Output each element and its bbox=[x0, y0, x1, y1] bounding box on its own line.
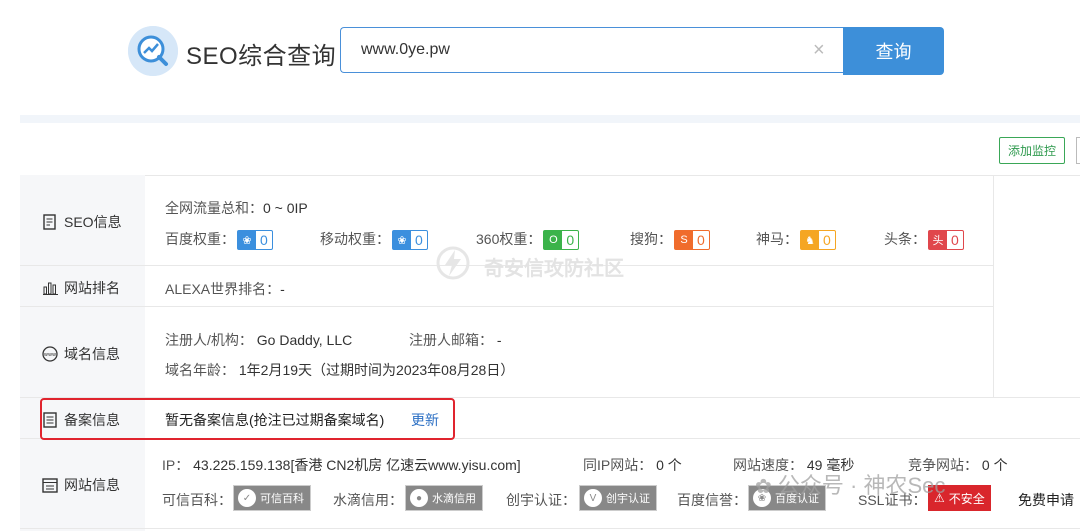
weight-badge[interactable]: O0 bbox=[543, 230, 580, 251]
highlight-box bbox=[40, 398, 455, 440]
water-badge[interactable]: ● 水滴信用 bbox=[405, 485, 483, 511]
weight-label: 搜狗： bbox=[630, 231, 672, 247]
seo-chart-icon bbox=[128, 26, 178, 76]
watermark-text: 奇安信攻防社区 bbox=[484, 258, 624, 280]
shield-icon: V bbox=[584, 489, 602, 507]
row-label-rank: 网站排名 bbox=[42, 278, 120, 298]
water-drop-icon: ● bbox=[410, 489, 428, 507]
shenma-icon: ♞ bbox=[801, 231, 819, 250]
search-box[interactable] bbox=[340, 27, 844, 73]
age-value: 1年2月19天（过期时间为2023年08月28日） bbox=[238, 362, 515, 378]
email-line: 注册人邮箱： - bbox=[409, 330, 502, 350]
registrant-value: Go Daddy, LLC bbox=[256, 332, 353, 348]
weight-item: 神马： ♞ 0 bbox=[756, 229, 836, 251]
weight-value: 0 bbox=[260, 232, 268, 249]
same-ip-value: 0 个 bbox=[656, 457, 682, 473]
toutiao-icon: 头 bbox=[929, 231, 947, 250]
weight-value: 0 bbox=[566, 232, 575, 249]
watermark-logo-icon bbox=[436, 246, 470, 285]
traffic-line: 全网流量总和：0 ~ 0IP bbox=[165, 198, 308, 218]
credit-badge[interactable]: ✓ 可信百科 bbox=[233, 485, 311, 511]
traffic-label: 全网流量总和： bbox=[165, 200, 263, 216]
chuangyu-label: 创宇认证： bbox=[506, 492, 576, 508]
row-label-text: 域名信息 bbox=[64, 346, 120, 362]
row-label-domain: www 域名信息 bbox=[42, 344, 120, 364]
section-divider bbox=[20, 115, 1080, 123]
credit-label: 可信百科： bbox=[162, 492, 232, 508]
weight-badge[interactable]: ❀ 0 bbox=[392, 230, 428, 251]
credit-icon: ✓ bbox=[238, 489, 256, 507]
weight-value: 0 bbox=[823, 232, 831, 249]
water-label: 水滴信用： bbox=[333, 492, 403, 508]
site-logo bbox=[128, 26, 178, 76]
weight-label: 神马： bbox=[756, 231, 798, 247]
weight-label: 百度权重： bbox=[165, 231, 235, 247]
weight-badge[interactable]: S0 bbox=[674, 230, 710, 251]
chuangyu-badge[interactable]: V 创宇认证 bbox=[579, 485, 657, 511]
www-icon: www bbox=[42, 346, 58, 362]
age-label: 域名年龄： bbox=[165, 362, 235, 378]
weight-value: 0 bbox=[951, 232, 959, 249]
document-icon bbox=[42, 214, 58, 230]
weight-item: 360权重： O 0 bbox=[476, 229, 580, 251]
ip-value: 43.225.159.138[香港 CN2机房 亿速云www.yisu.com] bbox=[193, 457, 521, 473]
row-label-seo: SEO信息 bbox=[42, 212, 122, 232]
weight-label: 移动权重： bbox=[320, 231, 390, 247]
row-label-site: 网站信息 bbox=[42, 475, 120, 495]
same-ip-line: 同IP网站： 0 个 bbox=[583, 455, 682, 475]
row-divider bbox=[20, 528, 1080, 529]
bar-chart-icon bbox=[42, 280, 58, 296]
weight-value: 0 bbox=[415, 232, 423, 249]
weight-value: 0 bbox=[697, 232, 705, 249]
weight-item: 头条：头 0 bbox=[884, 229, 964, 251]
wechat-icon: ✿ bbox=[755, 476, 772, 498]
weight-label: 360权重： bbox=[476, 231, 542, 247]
page-title: SEO综合查询 bbox=[186, 43, 337, 70]
table-divider bbox=[993, 175, 994, 397]
weight-item: 搜狗： S 0 bbox=[630, 229, 710, 251]
email-value: - bbox=[496, 332, 502, 348]
row-label-text: 网站信息 bbox=[64, 477, 120, 493]
weight-item: 百度权重： ❀ 0 bbox=[165, 229, 273, 251]
ssl-apply-link[interactable]: 免费申请 bbox=[1018, 490, 1074, 510]
sogou-icon: S bbox=[675, 231, 693, 250]
row-label-text: 网站排名 bbox=[64, 280, 120, 296]
website-icon bbox=[42, 477, 58, 493]
search-input[interactable] bbox=[361, 41, 781, 59]
alexa-label: ALEXA世界排名： bbox=[165, 281, 281, 297]
age-line: 域名年龄： 1年2月19天（过期时间为2023年08月28日） bbox=[165, 360, 514, 380]
weight-badge[interactable]: ❀ 0 bbox=[237, 230, 273, 251]
alexa-value: - bbox=[280, 281, 285, 297]
compete-value: 0 个 bbox=[981, 457, 1008, 473]
ip-label: IP： bbox=[162, 457, 190, 473]
alexa-line: ALEXA世界排名：- bbox=[165, 279, 285, 299]
same-ip-label: 同IP网站： bbox=[583, 457, 653, 473]
svg-text:www: www bbox=[44, 352, 56, 358]
toolbar-edge-button[interactable] bbox=[1076, 137, 1080, 164]
paw-icon: ❀ bbox=[238, 231, 256, 250]
clear-icon[interactable]: × bbox=[813, 40, 825, 60]
registrant-label: 注册人/机构： bbox=[165, 332, 253, 348]
ip-line: IP： 43.225.159.138[香港 CN2机房 亿速云www.yisu.… bbox=[162, 455, 521, 475]
add-monitor-button[interactable]: 添加监控 bbox=[999, 137, 1065, 164]
360-icon: O bbox=[544, 231, 563, 250]
baidu-label: 百度信誉： bbox=[677, 492, 747, 508]
weight-label: 头条： bbox=[884, 231, 926, 247]
row-label-text: SEO信息 bbox=[64, 214, 122, 230]
registrant-line: 注册人/机构： Go Daddy, LLC bbox=[165, 330, 352, 350]
row-divider bbox=[20, 306, 993, 307]
weight-item: 移动权重： ❀ 0 bbox=[320, 229, 428, 251]
search-button[interactable]: 查询 bbox=[843, 27, 944, 75]
weight-badge[interactable]: ♞ 0 bbox=[800, 230, 836, 251]
paw-icon: ❀ bbox=[393, 231, 411, 250]
weight-badge[interactable]: 头0 bbox=[928, 230, 964, 251]
wechat-watermark: ✿ 公众号 · 神农Sec bbox=[755, 473, 946, 498]
email-label: 注册人邮箱： bbox=[409, 332, 493, 348]
traffic-value: 0 ~ 0IP bbox=[263, 200, 308, 216]
